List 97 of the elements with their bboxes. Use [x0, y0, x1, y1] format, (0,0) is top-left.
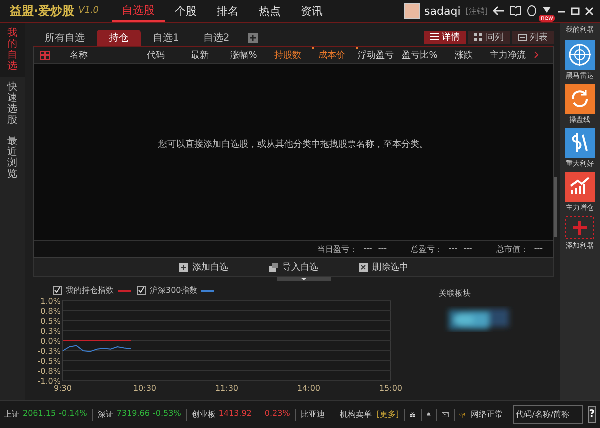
- bars-icon: [565, 172, 595, 202]
- column-header[interactable]: 代码: [134, 48, 178, 62]
- view-button[interactable]: 同列: [468, 31, 510, 44]
- side-nav-item[interactable]: 最近浏览: [0, 131, 25, 185]
- y-tick-label: 0.0%: [40, 337, 61, 346]
- nav-tab[interactable]: 热点: [249, 0, 291, 22]
- y-tick-label: -0.5%: [38, 357, 61, 366]
- index-value: 1413.92: [218, 409, 252, 420]
- index-change: -0.53%: [153, 409, 182, 420]
- x-tick-label: 10:30: [133, 384, 157, 393]
- view-button[interactable]: 列表: [512, 31, 554, 44]
- more-link[interactable]: [更多]: [376, 409, 400, 420]
- grid-icon: [474, 33, 483, 42]
- summary-value: ---: [378, 244, 387, 254]
- action-button[interactable]: 添加自选: [172, 260, 234, 274]
- logout-link[interactable]: [注销]: [466, 6, 488, 16]
- add-icon: [565, 216, 595, 240]
- index-name: 深证: [98, 409, 114, 420]
- tab[interactable]: 自选2: [191, 30, 242, 46]
- dollar-icon: [565, 128, 595, 158]
- column-header[interactable]: 涨跌: [442, 48, 486, 62]
- table-icon: [518, 33, 527, 42]
- chart-line: [62, 345, 132, 352]
- add-icon: [178, 262, 188, 272]
- index-change: -0.14%: [59, 409, 88, 420]
- x-tick-label: 9:30: [54, 384, 72, 393]
- y-tick-label: 1.0%: [40, 297, 61, 306]
- mail-icon[interactable]: [442, 410, 449, 420]
- orders-label: 机构卖单: [340, 409, 372, 420]
- user-name: sadaqi: [424, 4, 461, 18]
- side-nav-item[interactable]: 我的自选: [0, 23, 25, 77]
- avatar[interactable]: [404, 3, 420, 19]
- index-value: 2061.15: [23, 409, 56, 420]
- chevron-right-icon[interactable]: [534, 51, 539, 59]
- index-name: 创业板: [192, 409, 216, 420]
- column-header[interactable]: 最新: [178, 48, 222, 62]
- maximize-icon[interactable]: [571, 6, 580, 16]
- app-version: V1.0: [78, 6, 100, 16]
- index-value: 7319.66: [116, 409, 150, 420]
- checkbox[interactable]: [137, 286, 146, 295]
- summary-value: ---: [534, 244, 543, 254]
- y-tick-label: -0.3%: [38, 347, 61, 356]
- cycle-icon: [565, 84, 595, 114]
- legend-label: 沪深300指数: [150, 285, 198, 296]
- column-header[interactable]: 涨幅%: [222, 48, 266, 62]
- y-tick-label: 0.8%: [40, 307, 61, 316]
- legend-label: 我的持仓指数: [66, 285, 114, 296]
- y-tick-label: 0.5%: [40, 317, 61, 326]
- y-tick-label: -1.0%: [38, 377, 61, 386]
- summary-value: ---: [464, 244, 472, 254]
- x-tick-label: 14:00: [297, 384, 321, 393]
- nav-tab[interactable]: 自选股: [112, 0, 165, 22]
- side-nav-item[interactable]: 快速选股: [0, 77, 25, 131]
- empty-message: 您可以直接添加自选股，或从其他分类中拖拽股票名称，至本分类。: [158, 138, 428, 150]
- tab[interactable]: 自选1: [141, 30, 192, 46]
- stock-name[interactable]: 比亚迪: [300, 409, 325, 420]
- grid-icon[interactable]: [40, 50, 50, 60]
- column-header[interactable]: 主力净流: [486, 48, 530, 62]
- y-tick-label: -0.8%: [38, 367, 61, 376]
- delete-icon: [358, 262, 368, 272]
- summary-label: 总市值：: [496, 244, 528, 254]
- index-name: 上证: [4, 409, 20, 420]
- x-tick-label: 15:00: [379, 384, 403, 393]
- help-button[interactable]: ?: [588, 406, 596, 423]
- action-button[interactable]: 导入自选: [262, 260, 324, 274]
- tab[interactable]: 所有自选: [33, 30, 97, 46]
- chart-line: [62, 340, 132, 342]
- radar-icon: [565, 40, 595, 70]
- nav-tab[interactable]: 资讯: [291, 0, 333, 22]
- search-field[interactable]: 代码/名称/简称: [513, 405, 584, 424]
- y-tick-label: 0.3%: [40, 327, 61, 336]
- nav-tab[interactable]: 排名: [207, 0, 249, 22]
- section-title: 关联板块: [439, 288, 472, 299]
- close-icon[interactable]: [585, 6, 594, 16]
- view-button[interactable]: 详情: [424, 31, 466, 44]
- x-tick-label: 11:30: [215, 384, 239, 393]
- app-title: 益盟·爱炒股: [10, 2, 75, 20]
- column-header[interactable]: 浮动盈亏: [354, 48, 398, 62]
- summary-label: 当日盈亏：: [318, 244, 358, 254]
- add-tab-icon[interactable]: [248, 33, 258, 43]
- scrollbar[interactable]: [554, 177, 557, 237]
- back-icon[interactable]: [493, 6, 505, 16]
- tab[interactable]: 持仓: [97, 30, 141, 46]
- summary-value: ---: [364, 244, 372, 254]
- column-header[interactable]: 盈亏比%: [398, 48, 442, 62]
- list-icon: [430, 33, 439, 42]
- resize-handle[interactable]: [276, 277, 330, 281]
- nav-tab[interactable]: 个股: [165, 0, 207, 22]
- column-header[interactable]: 名称: [64, 48, 134, 62]
- action-button[interactable]: 删除选中: [352, 260, 414, 274]
- summary-value: ---: [448, 244, 458, 254]
- index-change: 0.23%: [264, 409, 290, 420]
- checkbox[interactable]: [53, 286, 62, 295]
- import-icon: [268, 262, 278, 272]
- book-icon[interactable]: [510, 6, 522, 16]
- summary-label: 总盈亏：: [410, 244, 443, 254]
- network-status: 网络正常: [471, 409, 504, 420]
